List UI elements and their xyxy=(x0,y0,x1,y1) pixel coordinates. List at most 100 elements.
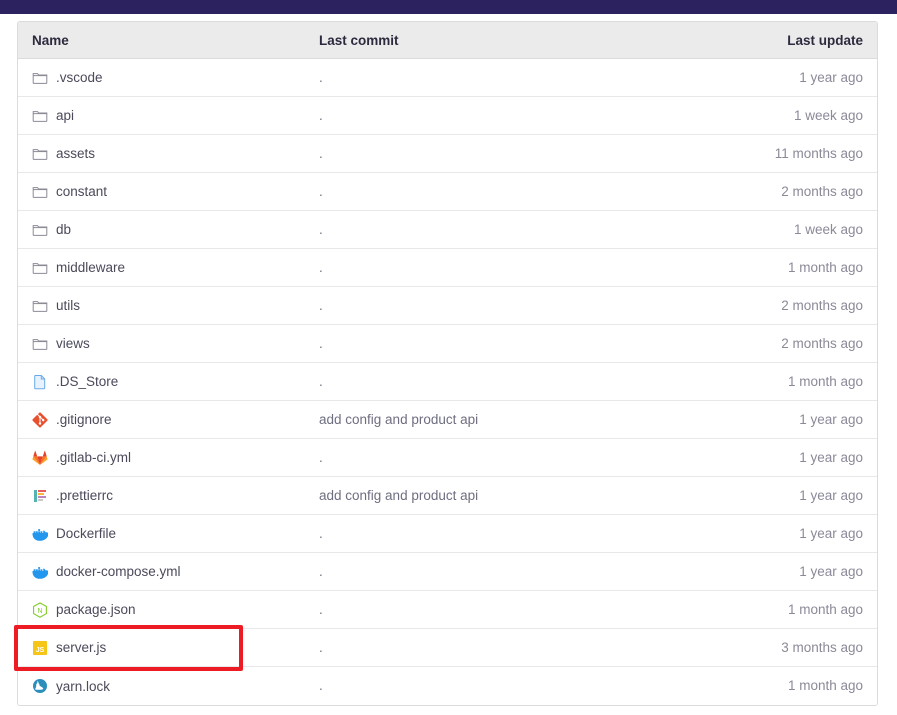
last-update-cell: 1 year ago xyxy=(647,525,877,543)
table-row[interactable]: yarn.lock. 1 month ago xyxy=(18,667,877,705)
last-update-time: 1 year ago xyxy=(799,69,863,85)
file-name-link[interactable]: .vscode xyxy=(56,70,103,85)
file-name-cell: .prettierrc xyxy=(18,488,318,504)
file-name-link[interactable]: api xyxy=(56,108,74,123)
file-name-cell: middleware xyxy=(18,260,318,276)
last-update-time: 1 month ago xyxy=(787,259,863,275)
last-update-time: 1 week ago xyxy=(793,221,863,237)
last-commit-cell: . xyxy=(318,107,647,125)
table-row[interactable]: .gitlab-ci.yml. 1 year ago xyxy=(18,439,877,477)
table-row[interactable]: views. 2 months ago xyxy=(18,325,877,363)
table-row[interactable]: api. 1 week ago xyxy=(18,97,877,135)
last-update-time: 11 months ago xyxy=(774,145,863,161)
file-name-cell: docker-compose.yml xyxy=(18,564,318,580)
file-name-link[interactable]: .DS_Store xyxy=(56,374,118,389)
last-commit-cell: . xyxy=(318,183,647,201)
last-commit-cell: . xyxy=(318,297,647,315)
table-row[interactable]: Npackage.json. 1 month ago xyxy=(18,591,877,629)
file-name-cell: db xyxy=(18,222,318,238)
last-update-time: 1 month ago xyxy=(787,678,863,693)
table-row[interactable]: assets. 11 months ago xyxy=(18,135,877,173)
last-commit-message[interactable]: . xyxy=(319,450,323,465)
last-update-time: 1 year ago xyxy=(799,449,863,465)
last-update-time: 1 year ago xyxy=(799,563,863,579)
last-commit-message[interactable]: . xyxy=(319,108,323,123)
last-update-time: 2 months ago xyxy=(781,297,863,313)
file-name-link[interactable]: constant xyxy=(56,184,107,199)
last-commit-message[interactable]: . xyxy=(319,602,323,617)
last-commit-message[interactable]: . xyxy=(319,184,323,199)
last-commit-cell: . xyxy=(318,677,647,695)
last-commit-cell: . xyxy=(318,259,647,277)
folder-icon xyxy=(32,184,48,200)
table-row[interactable]: .gitignore add config and product api 1 ye… xyxy=(18,401,877,439)
file-name-cell: .gitignore xyxy=(18,411,318,428)
last-commit-cell: . xyxy=(318,69,647,87)
last-commit-message[interactable]: . xyxy=(319,564,323,579)
last-update-time: 1 year ago xyxy=(799,411,863,427)
table-row[interactable]: constant. 2 months ago xyxy=(18,173,877,211)
folder-icon xyxy=(32,222,48,238)
file-name-link[interactable]: views xyxy=(56,336,90,351)
file-name-link[interactable]: Dockerfile xyxy=(56,526,116,541)
file-name-link[interactable]: assets xyxy=(56,146,95,161)
last-update-time: 2 months ago xyxy=(781,183,863,199)
table-row[interactable]: .vscode. 1 year ago xyxy=(18,59,877,97)
folder-icon xyxy=(32,260,48,276)
column-header-last-commit: Last commit xyxy=(319,32,399,48)
column-header-name: Name xyxy=(32,32,69,48)
file-name-cell: assets xyxy=(18,146,318,162)
last-update-cell: 1 month ago xyxy=(647,373,877,391)
last-commit-cell: . xyxy=(318,145,647,163)
repository-file-table: Name Last commit Last update .vscode. 1 y… xyxy=(17,21,878,706)
table-row[interactable]: docker-compose.yml. 1 year ago xyxy=(18,553,877,591)
file-name-link[interactable]: .gitignore xyxy=(56,412,112,427)
last-commit-message[interactable]: . xyxy=(319,640,323,655)
table-row[interactable]: .DS_Store. 1 month ago xyxy=(18,363,877,401)
file-name-link[interactable]: utils xyxy=(56,298,80,313)
file-name-link[interactable]: middleware xyxy=(56,260,125,275)
file-name-cell: constant xyxy=(18,184,318,200)
last-commit-message[interactable]: . xyxy=(319,222,323,237)
last-commit-message[interactable]: . xyxy=(319,298,323,313)
last-update-cell: 3 months ago xyxy=(647,639,877,657)
svg-text:N: N xyxy=(37,608,42,615)
docker-icon xyxy=(32,526,48,542)
last-update-cell: 1 year ago xyxy=(647,69,877,87)
last-update-cell: 2 months ago xyxy=(647,335,877,353)
file-name-link[interactable]: db xyxy=(56,222,71,237)
file-name-link[interactable]: docker-compose.yml xyxy=(56,564,181,579)
file-name-link[interactable]: yarn.lock xyxy=(56,679,110,694)
last-commit-message[interactable]: . xyxy=(319,336,323,351)
nodejs-icon: N xyxy=(32,601,48,618)
table-row[interactable]: utils. 2 months ago xyxy=(18,287,877,325)
last-commit-message[interactable]: . xyxy=(319,146,323,161)
file-name-link[interactable]: .prettierrc xyxy=(56,488,113,503)
last-update-time: 1 year ago xyxy=(799,487,863,503)
table-row[interactable]: JS server.js. 3 months ago xyxy=(18,629,877,667)
last-commit-message[interactable]: add config and product api xyxy=(319,412,478,427)
table-row[interactable]: .prettierrc add config and product api 1 y… xyxy=(18,477,877,515)
table-row[interactable]: db. 1 week ago xyxy=(18,211,877,249)
last-commit-message[interactable]: . xyxy=(319,526,323,541)
last-update-cell: 1 year ago xyxy=(647,487,877,505)
last-update-cell: 1 month ago xyxy=(647,601,877,619)
last-update-time: 1 year ago xyxy=(799,525,863,541)
table-row[interactable]: Dockerfile. 1 year ago xyxy=(18,515,877,553)
file-name-link[interactable]: server.js xyxy=(56,640,106,655)
last-commit-message[interactable]: . xyxy=(319,374,323,389)
file-name-cell: views xyxy=(18,336,318,352)
file-name-link[interactable]: .gitlab-ci.yml xyxy=(56,450,131,465)
last-commit-message[interactable]: . xyxy=(319,678,323,693)
file-name-link[interactable]: package.json xyxy=(56,602,136,617)
file-name-cell: Dockerfile xyxy=(18,526,318,542)
last-update-cell: 11 months ago xyxy=(647,145,877,163)
last-commit-message[interactable]: . xyxy=(319,70,323,85)
last-commit-cell: . xyxy=(318,373,647,391)
last-commit-message[interactable]: . xyxy=(319,260,323,275)
table-row[interactable]: middleware. 1 month ago xyxy=(18,249,877,287)
file-name-cell: Npackage.json xyxy=(18,601,318,618)
last-commit-message[interactable]: add config and product api xyxy=(319,488,478,503)
last-commit-cell: . xyxy=(318,449,647,467)
last-update-cell: 1 month ago xyxy=(647,677,877,695)
